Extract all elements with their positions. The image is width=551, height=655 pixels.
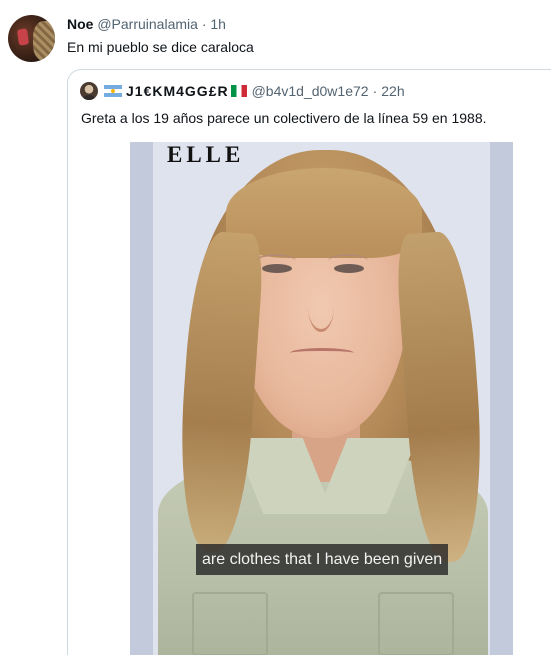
elle-watermark: ELLE — [167, 142, 245, 167]
video-frame-image: ELLE — [130, 142, 513, 655]
pocket-right — [378, 592, 454, 655]
eye-left — [262, 264, 292, 273]
argentina-flag-icon — [104, 85, 122, 97]
tweet-time[interactable]: 1h — [210, 16, 226, 32]
author-name[interactable]: Noe — [67, 16, 93, 32]
tweet-text: En mi pueblo se dice caraloca — [67, 39, 254, 55]
quoted-author-handle[interactable]: @b4v1d_d0w1e72 — [252, 83, 369, 99]
eye-right — [334, 264, 364, 273]
quoted-tweet[interactable]: J1€KM4GG£R @b4v1d_d0w1e72 · 22h Greta a … — [67, 69, 551, 655]
author-handle[interactable]: @Parruinalamia — [97, 16, 198, 32]
quoted-author-name[interactable]: J1€KM4GG£R — [126, 83, 229, 99]
avatar-pattern — [33, 21, 55, 61]
quoted-author-avatar[interactable] — [80, 82, 98, 100]
mouth — [290, 348, 354, 358]
quoted-tweet-header: J1€KM4GG£R @b4v1d_d0w1e72 · 22h — [80, 81, 405, 101]
quoted-separator-dot: · — [372, 83, 378, 99]
video-caption: are clothes that I have been given — [196, 544, 449, 575]
quoted-tweet-media[interactable]: ELLE are clothes that I have been given — [130, 142, 513, 655]
nose — [308, 282, 334, 332]
quoted-tweet-time[interactable]: 22h — [381, 83, 404, 99]
tweet-header: Noe @Parruinalamia · 1h — [67, 15, 226, 33]
italy-flag-icon — [230, 85, 247, 97]
pocket-left — [192, 592, 268, 655]
quoted-tweet-text: Greta a los 19 años parece un colectiver… — [81, 110, 487, 126]
author-avatar[interactable] — [8, 15, 55, 62]
tweet[interactable]: Noe @Parruinalamia · 1h En mi pueblo se … — [0, 0, 551, 655]
separator-dot: · — [201, 16, 207, 32]
avatar-hand — [16, 28, 30, 46]
